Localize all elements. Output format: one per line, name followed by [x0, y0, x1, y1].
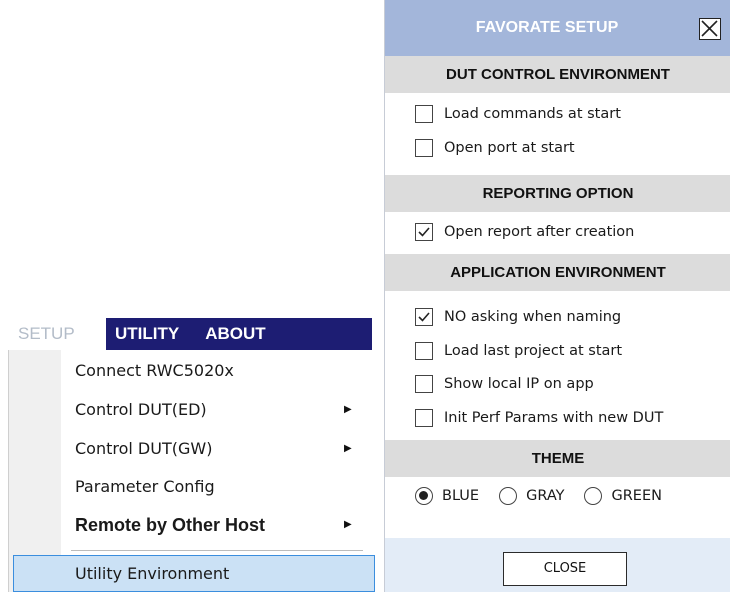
option-label: NO asking when naming [444, 309, 622, 325]
checkbox-unchecked[interactable] [415, 375, 433, 393]
menu-setup[interactable]: SETUP [8, 318, 106, 350]
submenu-arrow-icon: ▶ [344, 519, 352, 530]
option-label: Init Perf Params with new DUT [444, 410, 664, 426]
checkbox-unchecked[interactable] [415, 409, 433, 427]
option-load-last-project-at-start[interactable]: Load last project at start [415, 339, 622, 363]
option-label: Open port at start [444, 140, 575, 156]
menu-item-label: Parameter Config [75, 477, 215, 496]
menu-item-label: Control DUT(GW) [75, 439, 213, 458]
theme-radio-group: BLUE GRAY GREEN [415, 484, 715, 508]
menu-item-utility-environment[interactable]: Utility Environment [13, 555, 375, 592]
menu-separator [71, 550, 363, 551]
submenu-arrow-icon: ▶ [344, 404, 352, 415]
section-reporting-option: REPORTING OPTION [385, 175, 730, 212]
menu-item-label: Remote by Other Host [75, 515, 266, 535]
menu-bar: SETUP UTILITY ABOUT [8, 318, 372, 350]
option-label: Load last project at start [444, 343, 623, 359]
menu-utility[interactable]: UTILITY [106, 324, 188, 344]
option-open-port-at-start[interactable]: Open port at start [415, 136, 575, 160]
close-button[interactable]: CLOSE [503, 552, 627, 586]
radio-theme-blue[interactable]: BLUE [415, 487, 479, 505]
section-application-environment: APPLICATION ENVIRONMENT [385, 254, 730, 291]
checkbox-checked-icon[interactable] [415, 308, 433, 326]
menu-item-control-dut-ed[interactable]: Control DUT(ED) ▶ [9, 392, 373, 428]
radio-label: GREEN [611, 488, 662, 504]
option-label: Show local IP on app [444, 376, 594, 392]
option-show-local-ip-on-app[interactable]: Show local IP on app [415, 372, 594, 396]
checkbox-unchecked[interactable] [415, 105, 433, 123]
radio-unselected-icon[interactable] [499, 487, 518, 505]
radio-label: BLUE [442, 488, 480, 504]
menu-item-label: Control DUT(ED) [75, 400, 207, 419]
section-theme: THEME [385, 440, 730, 477]
checkbox-checked-icon[interactable] [415, 223, 433, 241]
menu-item-remote-by-other-host[interactable]: Remote by Other Host ▶ [9, 507, 373, 543]
option-open-report-after-creation[interactable]: Open report after creation [415, 220, 634, 244]
section-dut-control-environment: DUT CONTROL ENVIRONMENT [385, 56, 730, 93]
radio-unselected-icon[interactable] [584, 487, 603, 505]
radio-label: GRAY [526, 488, 565, 504]
setup-dropdown-menu: Connect RWC5020x Control DUT(ED) ▶ Contr… [8, 350, 375, 592]
panel-title: FAVORATE SETUP [475, 19, 619, 36]
checkbox-unchecked[interactable] [415, 342, 433, 360]
menu-item-label: Utility Environment [75, 564, 230, 583]
radio-theme-gray[interactable]: GRAY [499, 487, 564, 505]
menu-item-label: Connect RWC5020x [75, 361, 234, 380]
option-label: Load commands at start [444, 106, 621, 122]
menu-item-control-dut-gw[interactable]: Control DUT(GW) ▶ [9, 431, 373, 467]
radio-theme-green[interactable]: GREEN [584, 487, 662, 505]
panel-footer: CLOSE [385, 538, 730, 592]
option-no-asking-when-naming[interactable]: NO asking when naming [415, 305, 621, 329]
panel-title-bar: FAVORATE SETUP [385, 0, 730, 56]
submenu-arrow-icon: ▶ [344, 443, 352, 454]
option-init-perf-params-with-new-dut[interactable]: Init Perf Params with new DUT [415, 406, 663, 430]
menu-item-parameter-config[interactable]: Parameter Config [9, 469, 373, 505]
menu-about[interactable]: ABOUT [196, 324, 274, 344]
close-box-icon[interactable] [699, 18, 721, 40]
menu-item-connect-rwc5020x[interactable]: Connect RWC5020x [9, 353, 373, 389]
option-load-commands-at-start[interactable]: Load commands at start [415, 102, 621, 126]
radio-selected-icon[interactable] [415, 487, 433, 505]
favorite-setup-panel: FAVORATE SETUP DUT CONTROL ENVIRONMENT L… [384, 0, 730, 592]
checkbox-unchecked[interactable] [415, 139, 433, 157]
option-label: Open report after creation [444, 224, 635, 240]
